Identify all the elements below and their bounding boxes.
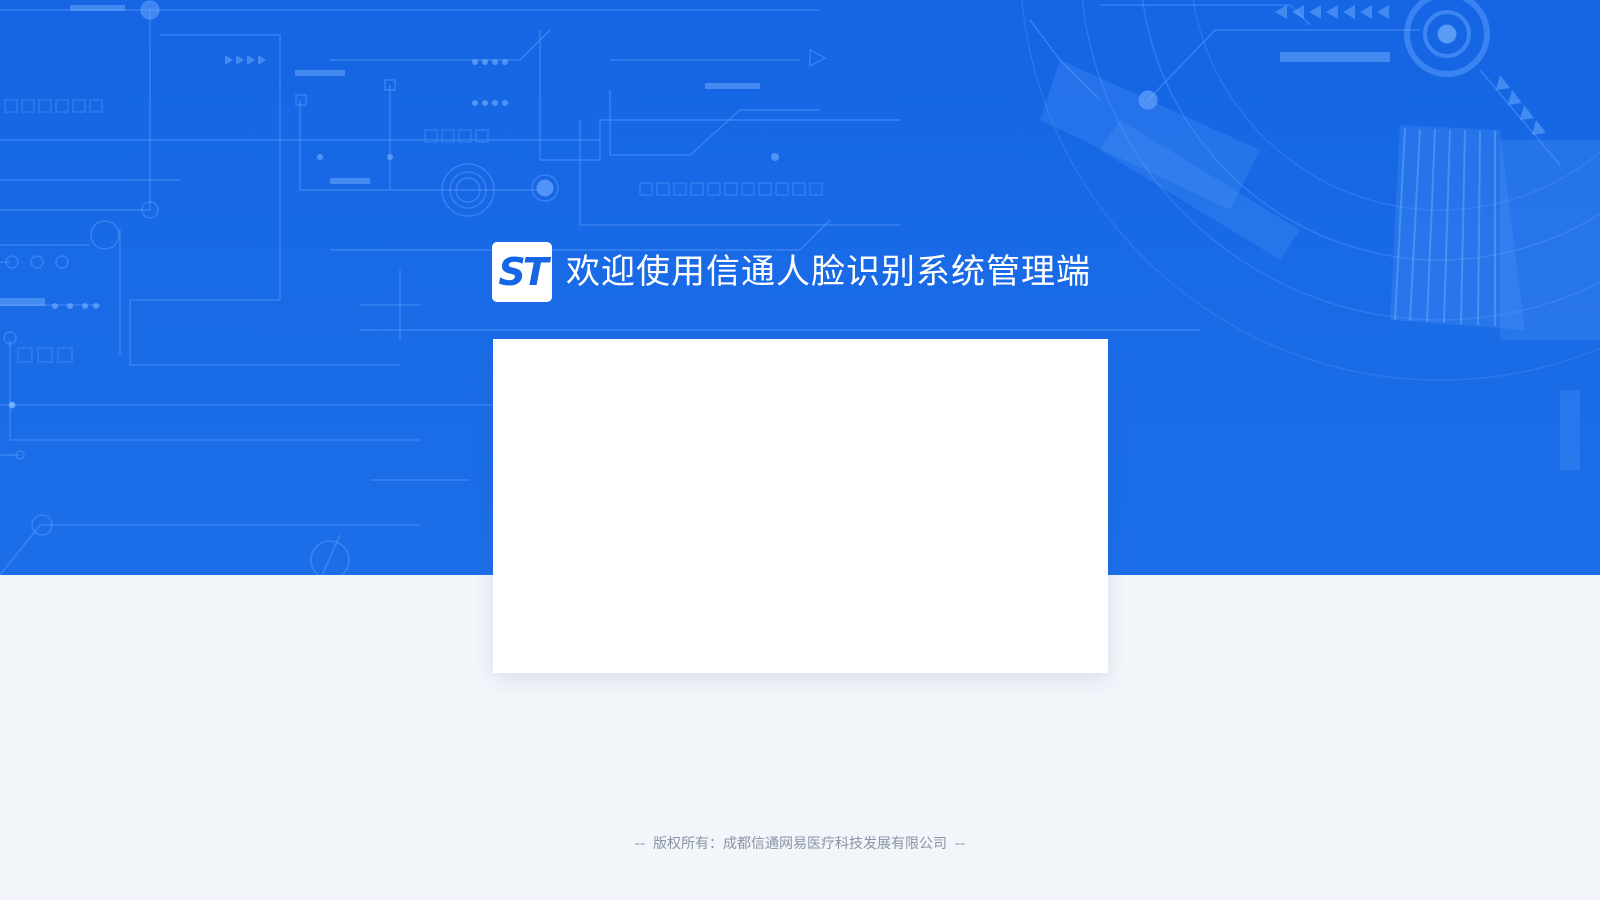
copyright-footer: -- 版权所有：成都信通网易医疗科技发展有限公司 -- bbox=[0, 832, 1600, 856]
st-logo: ST bbox=[492, 242, 552, 302]
login-panel bbox=[493, 339, 1108, 673]
footer-dash-right: -- bbox=[955, 836, 966, 852]
brand-header: ST 欢迎使用信通人脸识别系统管理端 bbox=[492, 242, 1091, 302]
welcome-title: 欢迎使用信通人脸识别系统管理端 bbox=[566, 252, 1091, 292]
copyright-text: 版权所有：成都信通网易医疗科技发展有限公司 bbox=[653, 836, 947, 852]
login-page: ST 欢迎使用信通人脸识别系统管理端 -- 版权所有：成都信通网易医疗科技发展有限… bbox=[0, 0, 1600, 900]
footer-dash-left: -- bbox=[634, 836, 645, 852]
